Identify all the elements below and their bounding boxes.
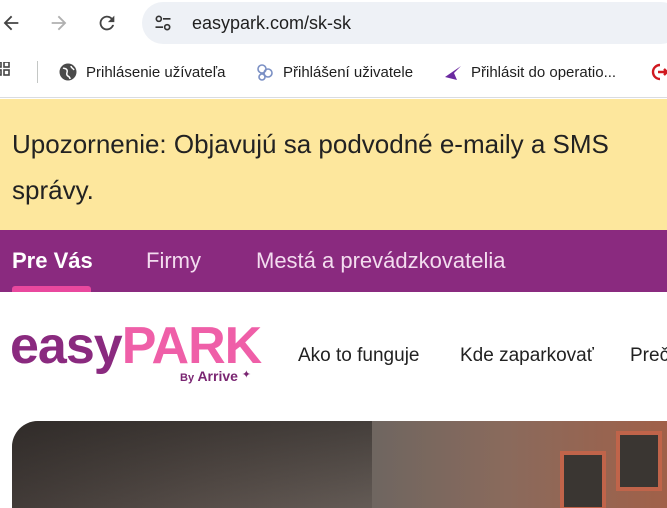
hero-window-shape xyxy=(616,431,662,491)
active-tab-indicator xyxy=(12,286,91,292)
audience-nav: Pre Vás Firmy Mestá a prevádzkovatelia xyxy=(0,230,667,292)
fraud-warning-banner: Upozornenie: Objavujú sa podvodné e-mail… xyxy=(0,99,667,230)
bookmark-item[interactable] xyxy=(650,60,667,84)
url-text: easypark.com/sk-sk xyxy=(192,13,352,33)
logo-easy-text: easy xyxy=(10,317,123,375)
audience-tab-pre-vas[interactable]: Pre Vás xyxy=(12,248,93,274)
easypark-logo[interactable]: easyPARK By Arrive ✦ xyxy=(10,317,262,388)
arrow-left-icon xyxy=(3,15,19,31)
arrow-right-icon xyxy=(51,15,67,31)
sparkle-icon: ✦ xyxy=(241,369,252,381)
hero-window-shape xyxy=(560,451,606,508)
hero-image xyxy=(12,421,667,508)
hero-shadow-area xyxy=(12,421,372,508)
logo-park-text: PARK xyxy=(121,317,262,375)
site-settings-icon[interactable] xyxy=(150,10,176,36)
forward-button[interactable] xyxy=(44,8,74,38)
bookmark-label: Prihlásenie užívateľa xyxy=(86,63,226,81)
logo-arrive-text: Arrive xyxy=(197,368,238,384)
bookmark-label: Přihlásit do operatio... xyxy=(471,63,617,81)
audience-tab-firmy[interactable]: Firmy xyxy=(146,248,201,274)
warning-text: Upozornenie: Objavujú sa podvodné e-mail… xyxy=(12,129,609,205)
logo-by-text: By xyxy=(180,372,195,384)
exit-icon xyxy=(650,62,667,82)
bookmarks-separator xyxy=(37,61,38,83)
address-bar[interactable]: easypark.com/sk-sk xyxy=(142,2,667,44)
bookmark-item[interactable]: Přihlásit do operatio... xyxy=(443,60,616,84)
audience-tab-mesta[interactable]: Mestá a prevádzkovatelia xyxy=(256,248,505,274)
plane-icon xyxy=(443,62,463,82)
bookmarks-bar: Prihlásenie užívateľa Přihlášení uživate… xyxy=(0,46,667,98)
cluster-icon xyxy=(255,62,275,82)
nav-ako-to-funguje[interactable]: Ako to funguje xyxy=(298,345,419,367)
by-arrive-tagline: By Arrive ✦ xyxy=(180,368,251,384)
reload-icon xyxy=(99,15,115,31)
bookmark-item[interactable]: Prihlásenie užívateľa xyxy=(58,60,225,84)
globe-icon xyxy=(58,62,78,82)
nav-prec[interactable]: Preč xyxy=(630,345,667,367)
bookmark-label: Přihlášení uživatele xyxy=(283,63,414,81)
reload-button[interactable] xyxy=(92,8,122,38)
back-button[interactable] xyxy=(0,8,26,38)
apps-grid-icon[interactable] xyxy=(0,62,16,82)
bookmark-item[interactable]: Přihlášení uživatele xyxy=(255,60,413,84)
nav-kde-zaparkovat[interactable]: Kde zaparkovať xyxy=(460,345,594,367)
browser-toolbar: easypark.com/sk-sk xyxy=(0,0,667,46)
